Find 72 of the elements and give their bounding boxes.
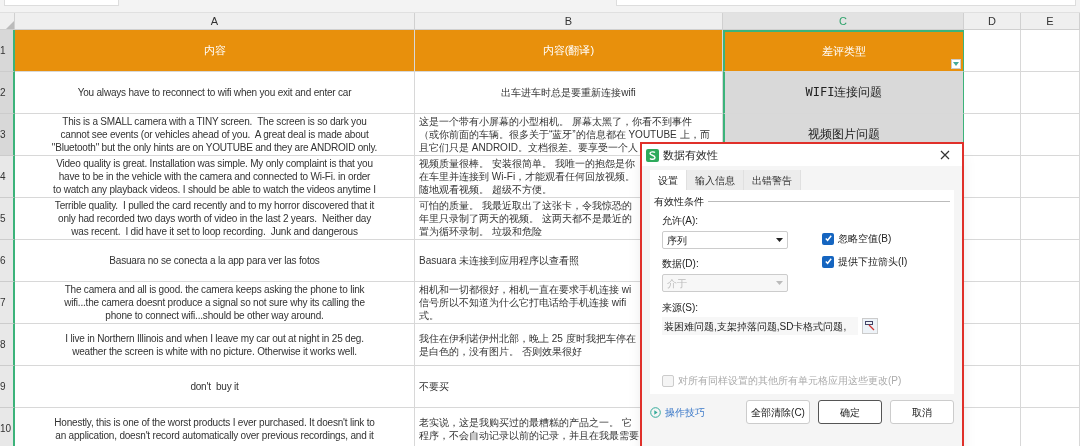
cell-text: WIFI连接问题	[805, 86, 883, 99]
checkbox[interactable]	[822, 232, 834, 245]
dialog-button[interactable]: 取消	[890, 400, 954, 424]
source-field[interactable]: 装困难问题,支架掉落问题,SD卡格式问题,	[662, 317, 858, 335]
row-header[interactable]: 1	[0, 30, 15, 72]
dialog-button[interactable]: 确定	[818, 400, 882, 424]
cell-text: The camera and all is good. the camera keeps asking the phone to link wifi...the camera doesnt produce a signal so not sure why its calling the phone to connect wifi...should be other way around.	[64, 283, 365, 322]
app-logo-icon	[646, 148, 659, 162]
dropdown-field[interactable]: 序列	[662, 231, 788, 249]
cell-text-line: 相机和一切都很好，相机一直在要求手机连接 wi	[419, 283, 632, 296]
row-header[interactable]: 2	[0, 72, 15, 114]
field-label: 数据(D):	[662, 257, 700, 271]
cell-text: don't buy it	[190, 380, 239, 393]
cell-text: Basuara no se conecta a la app para ver las fotos	[109, 254, 320, 267]
cell-text-line: 可怕的质量。 我最近取出了这张卡，令我惊恐的	[419, 199, 632, 212]
checkbox-label: 对所有同样设置的其他所有单元格应用这些更改(P)	[678, 374, 902, 388]
cell-text: You always have to reconnect to wifi when you exit and enter car	[77, 86, 352, 99]
checkbox[interactable]	[822, 255, 834, 268]
caret-icon	[776, 281, 783, 285]
dialog-tab[interactable]: 出错警告	[744, 170, 801, 190]
close-icon[interactable]	[940, 150, 950, 160]
row-header[interactable]: 4	[0, 156, 15, 198]
cell-text-line: 信号所以不知道为什么它打电话给手机连接 wifi	[419, 296, 627, 309]
cell-text: Basuara 未连接到应用程序以查看照	[419, 254, 580, 267]
dialog-button[interactable]: 全部清除(C)	[746, 400, 810, 424]
row-header[interactable]: 9	[0, 366, 15, 408]
cell-text-line: 置为循环录制。 垃圾和危险	[419, 225, 542, 238]
cell-text: Terrible quality. I pulled the card recently and to my horror discovered that it only had recorded two days worth of video in the last 2 years. Neither day was recent. I did have it set to loop recording. Junk and dangerous	[54, 199, 375, 238]
column-header[interactable]: D	[964, 13, 1021, 29]
row-header[interactable]: 10	[0, 408, 15, 446]
cell-text-line: 年里只录制了两天的视频。 这两天都不是最近的	[419, 212, 632, 225]
cell-text: 出车进车时总是要重新连接wifi	[501, 86, 636, 99]
cell-text-line: 随地观看视频。 超级不方便。	[419, 183, 552, 196]
play-icon	[650, 406, 661, 418]
checkbox-label: 提供下拉箭头(I)	[838, 255, 908, 269]
cell-text-line: 我住在伊利诺伊州北部，晚上 25 度时我把车停在	[419, 331, 636, 345]
cell-text: 不要买	[419, 380, 449, 393]
caret-icon	[776, 238, 783, 242]
cell-text-line: 在车里并连接到 Wi-Fi，才能观看任何回放视频。	[419, 170, 636, 183]
cell-text-line: 式。	[419, 309, 439, 322]
column-header[interactable]: E	[1021, 13, 1080, 29]
dialog-tab[interactable]: 输入信息	[687, 170, 744, 190]
row-header[interactable]: 6	[0, 240, 15, 282]
filter-dropdown-icon[interactable]	[951, 59, 961, 69]
cell-text-line: （或你前面的车辆。很多关于“蓝牙”的信息都在 YOUTUBE 上，而	[419, 128, 710, 141]
cell-text-line: 这是一个带有小屏幕的小型相机。 屏幕太黑了，你看不到事件	[419, 115, 692, 128]
row-header[interactable]: 8	[0, 324, 15, 366]
cell-text: Video quality is great. Installation was simple. My only complaint is that you have to be in the vehicle with the camera and connected to Wi-Fi. in order to watch any playback videos. I should be able to watch the videos anytime I	[53, 157, 376, 196]
field-label: 允许(A):	[662, 214, 700, 228]
cell-text-line: 老实说，这是我购买过的最糟糕的产品之一。 它	[419, 415, 632, 429]
cell-text-line: 是白色的，没有图片。 否则效果很好	[419, 344, 582, 358]
field-label: 来源(S):	[661, 301, 700, 315]
checkbox-label: 忽略空值(B)	[838, 232, 892, 246]
cell-text: Honestly, this is one of the worst products I ever purchased. It doesn't link to an application, doesn't record automatically over previous recordings, and it	[54, 415, 375, 442]
tips-link[interactable]: 操作技巧	[650, 404, 705, 420]
cell-text: 内容	[203, 44, 226, 57]
group-title: 有效性条件	[654, 195, 704, 209]
cell-text: 差评类型	[822, 45, 866, 58]
row-header[interactable]: 3	[0, 114, 15, 156]
range-select-icon[interactable]	[862, 318, 878, 334]
row-header[interactable]: 7	[0, 282, 15, 324]
cell-text-line: 且它们只是 ANDROID。文档很差。要享受一个人	[419, 141, 638, 154]
column-header[interactable]: A	[15, 13, 415, 29]
cell-text: I live in Northern Illinois and when I leave my car out at night in 25 deg. weather the screen is white with no picture. Otherwise it works well.	[65, 331, 364, 358]
dialog-tab[interactable]: 设置	[650, 170, 687, 190]
cell-text: 视频图片问题	[808, 128, 880, 141]
cell-text: This is a SMALL camera with a TINY screen. The screen is so dark you cannot see events (or vehicles ahead of you. A great deal is made about "Bluetooth" but the only hints are on YOUTUBE and they are ANDROID only.	[51, 115, 378, 154]
cell-text: 内容(翻译)	[542, 44, 595, 57]
cell-text-line: 视频质量很棒。 安装很简单。 我唯一的抱怨是你	[419, 157, 635, 170]
dialog-title: 数据有效性	[663, 147, 718, 163]
row-header[interactable]: 5	[0, 198, 15, 240]
cell-text-line: 程序，不会自动记录以前的记录，并且在我最需要	[419, 428, 639, 442]
